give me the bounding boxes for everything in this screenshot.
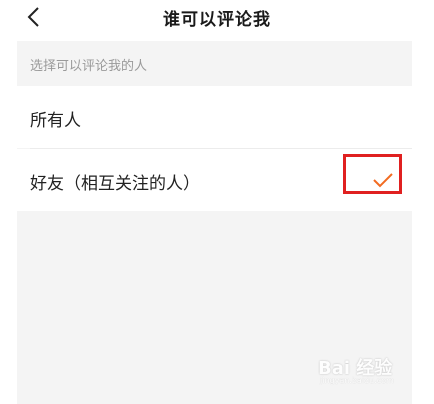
checkmark-icon <box>373 173 393 188</box>
page: 谁可以评论我 选择可以评论我的人 所有人 好友（相互关注的人） Bai 经验 j… <box>0 0 434 404</box>
section-header: 选择可以评论我的人 <box>17 41 412 86</box>
option-friends-label: 好友（相互关注的人） <box>30 174 200 194</box>
option-everyone-label: 所有人 <box>30 111 81 131</box>
watermark: Bai 经验 jingyan.baidu.com <box>318 350 414 390</box>
section-header-label: 选择可以评论我的人 <box>30 59 148 74</box>
page-title: 谁可以评论我 <box>163 10 271 30</box>
watermark-url: jingyan.baidu.com <box>320 376 394 385</box>
header: 谁可以评论我 <box>0 0 434 36</box>
option-everyone[interactable]: 所有人 <box>17 86 412 148</box>
